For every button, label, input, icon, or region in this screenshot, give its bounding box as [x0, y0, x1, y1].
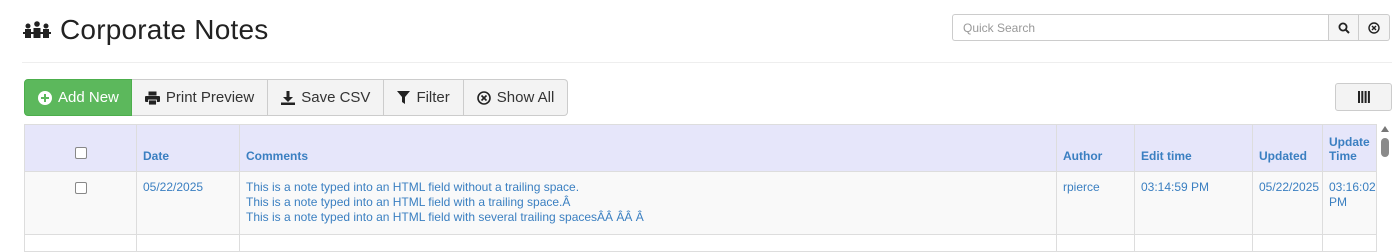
save-csv-button[interactable]: Save CSV — [268, 79, 385, 116]
empty-cell — [1322, 234, 1377, 252]
table-row[interactable] — [24, 234, 1377, 252]
columns-button[interactable] — [1335, 83, 1392, 111]
filter-button[interactable]: Filter — [384, 79, 464, 116]
show-all-button[interactable]: Show All — [463, 79, 569, 116]
clear-circle-icon — [1368, 21, 1380, 34]
add-new-label: Add New — [58, 89, 119, 106]
empty-cell — [24, 234, 137, 252]
column-header-update-time[interactable]: Update Time — [1322, 124, 1377, 172]
save-csv-label: Save CSV — [301, 89, 371, 106]
cell-comments: This is a note typed into an HTML field … — [239, 171, 1057, 235]
column-header-author[interactable]: Author — [1056, 124, 1135, 172]
search-input[interactable] — [952, 14, 1328, 41]
clear-search-button[interactable] — [1359, 14, 1390, 41]
page-title: Corporate Notes — [60, 14, 269, 45]
cell-date: 05/22/2025 — [136, 171, 240, 235]
search-button[interactable] — [1328, 14, 1359, 41]
header-divider — [22, 62, 1392, 63]
empty-cell — [239, 234, 1057, 252]
column-header-updated[interactable]: Updated — [1252, 124, 1323, 172]
printer-icon — [144, 91, 160, 105]
filter-label: Filter — [416, 89, 450, 106]
empty-cell — [1134, 234, 1253, 252]
people-icon — [22, 20, 52, 40]
clear-circle-icon — [476, 90, 491, 105]
column-header-edit-time[interactable]: Edit time — [1134, 124, 1253, 172]
add-new-button[interactable]: Add New — [24, 79, 132, 116]
empty-cell — [136, 234, 240, 252]
scrollbar-thumb[interactable] — [1381, 138, 1389, 157]
page-header: Corporate Notes — [22, 14, 268, 46]
filter-icon — [397, 90, 411, 104]
table-header-row: Date Comments Author Edit time Updated U… — [24, 124, 1377, 172]
select-all-checkbox[interactable] — [74, 146, 87, 159]
comment-line: This is a note typed into an HTML field … — [246, 210, 644, 224]
table-row[interactable]: 05/22/2025 This is a note typed into an … — [24, 171, 1377, 235]
print-preview-button[interactable]: Print Preview — [131, 79, 269, 116]
comment-line: This is a note typed into an HTML field … — [246, 180, 580, 194]
show-all-label: Show All — [496, 89, 555, 106]
select-all-cell — [24, 124, 137, 172]
toolbar: Add New Print Preview Save CSV Filter Sh… — [24, 79, 569, 116]
comment-line: This is a note typed into an HTML field … — [246, 195, 571, 209]
notes-table: Date Comments Author Edit time Updated U… — [24, 124, 1377, 252]
empty-cell — [1252, 234, 1323, 252]
row-select-cell — [24, 171, 137, 235]
empty-cell — [1056, 234, 1135, 252]
scroll-up-arrow[interactable] — [1381, 126, 1389, 132]
cell-author: rpierce — [1056, 171, 1135, 235]
cell-updated: 05/22/2025 — [1252, 171, 1323, 235]
download-icon — [281, 90, 296, 105]
cell-edit-time: 03:14:59 PM — [1134, 171, 1253, 235]
cell-update-time: 03:16:02 PM — [1322, 171, 1377, 235]
plus-circle-icon — [38, 90, 52, 105]
print-preview-label: Print Preview — [165, 89, 255, 106]
column-header-date[interactable]: Date — [136, 124, 240, 172]
row-checkbox[interactable] — [74, 182, 87, 194]
quick-search — [952, 14, 1390, 41]
column-header-comments[interactable]: Comments — [239, 124, 1057, 172]
columns-icon — [1357, 91, 1370, 103]
search-icon — [1338, 22, 1350, 34]
